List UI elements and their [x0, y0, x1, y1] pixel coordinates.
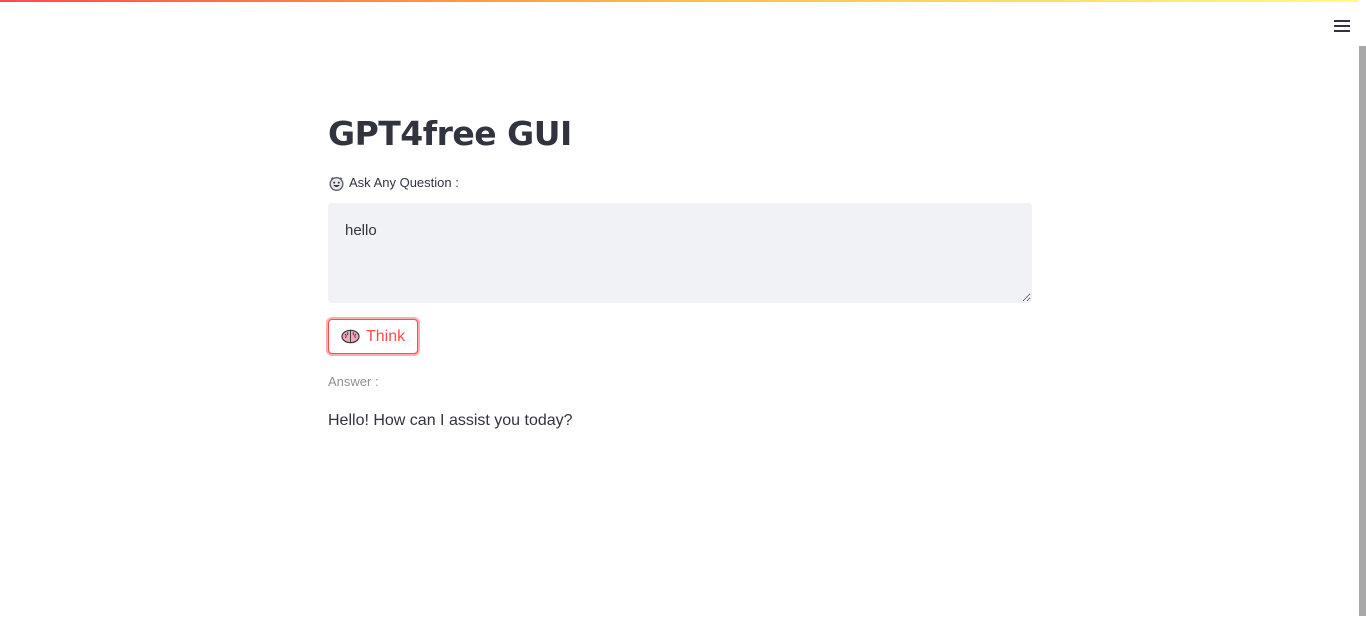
question-label-text: Ask Any Question : — [349, 175, 459, 190]
grinning-face-emoji-icon — [329, 176, 344, 191]
main-menu-button[interactable] — [1330, 14, 1354, 38]
page-title: GPT4free GUI — [328, 114, 572, 153]
header-decoration-bar — [0, 0, 1366, 2]
brain-emoji-icon — [341, 329, 360, 344]
think-button-label: Think — [366, 327, 406, 345]
scrollbar-thumb[interactable] — [1359, 46, 1366, 616]
think-button[interactable]: Think — [328, 319, 419, 354]
question-input[interactable] — [328, 203, 1032, 303]
answer-text: Hello! How can I assist you today? — [328, 412, 573, 429]
question-label: Ask Any Question : — [328, 174, 459, 192]
hamburger-menu-icon — [1334, 20, 1350, 32]
answer-label: Answer : — [328, 374, 379, 389]
